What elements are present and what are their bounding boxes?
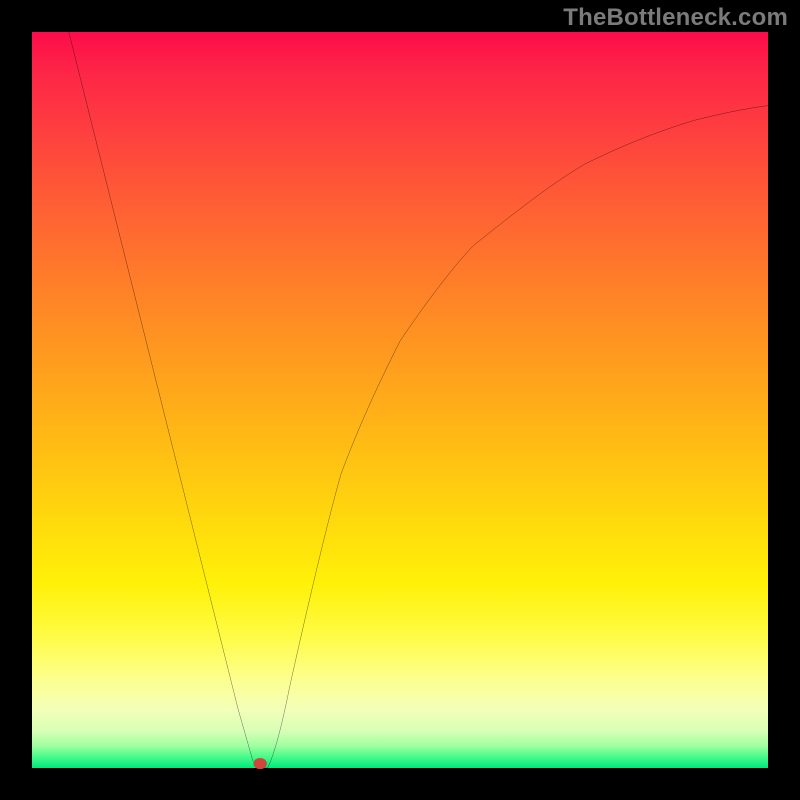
curve-right-branch	[260, 106, 768, 768]
plot-area	[32, 32, 768, 768]
chart-frame: TheBottleneck.com	[0, 0, 800, 800]
curve-left-branch	[69, 32, 260, 768]
curve-layer	[32, 32, 768, 768]
watermark-text: TheBottleneck.com	[563, 4, 788, 32]
optimal-point-marker	[254, 758, 267, 769]
